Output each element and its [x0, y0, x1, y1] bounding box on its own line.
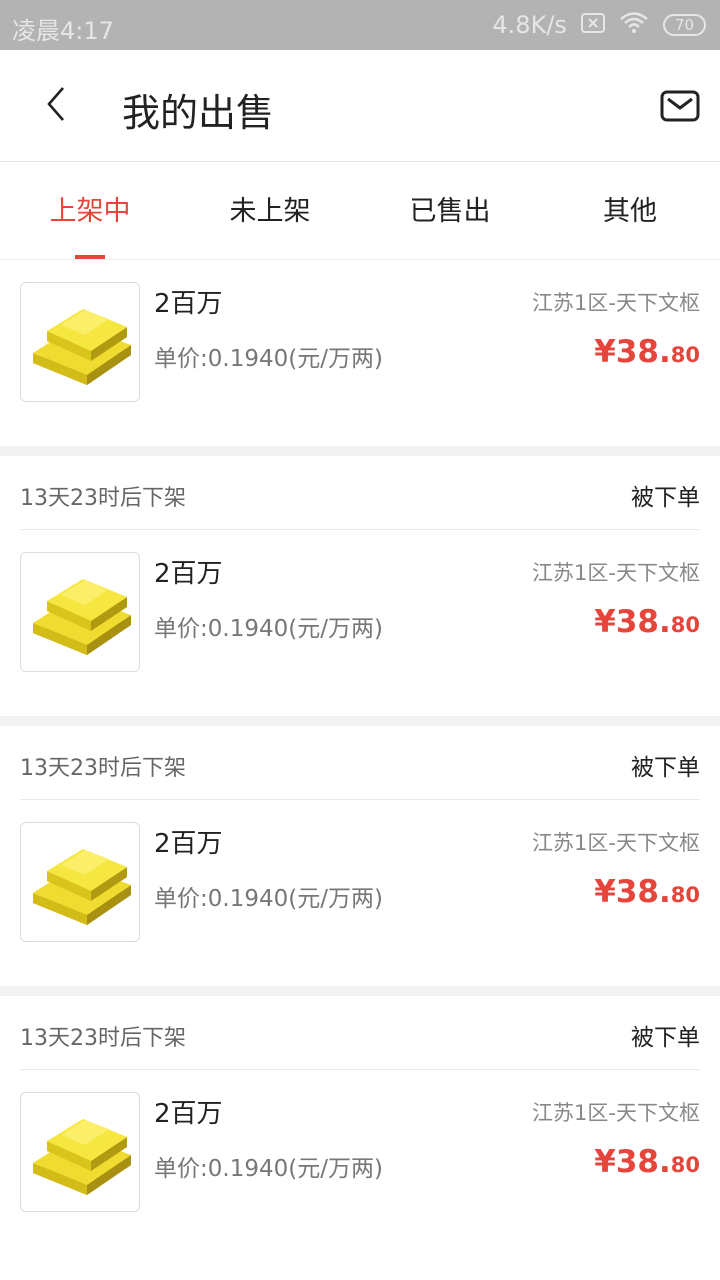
listing-card[interactable]: 2百万 单价:0.1940(元/万两) 江苏1区-天下文枢 ¥38.80 — [0, 260, 720, 446]
unit-price: 单价:0.1940(元/万两) — [154, 616, 383, 642]
server-name: 江苏1区-天下文枢 — [532, 1101, 700, 1125]
divider — [0, 446, 720, 456]
chevron-left-icon — [46, 86, 66, 126]
item-name: 2百万 — [154, 1099, 223, 1129]
sim-icon — [580, 11, 605, 39]
listing-card[interactable]: 13天23时后下架 被下单 2百万 单价:0.1940(元/万两) 江苏1区-天… — [0, 726, 720, 986]
gold-bars-icon — [20, 1092, 140, 1212]
price-main: ¥38. — [594, 1144, 671, 1180]
price-decimal: 80 — [670, 1153, 700, 1177]
unit-price: 单价:0.1940(元/万两) — [154, 346, 383, 372]
tab-on-sale[interactable]: 上架中 — [0, 163, 180, 259]
price: ¥38.80 — [594, 1144, 700, 1180]
price-main: ¥38. — [594, 334, 671, 370]
price-decimal: 80 — [670, 883, 700, 907]
item-name: 2百万 — [154, 559, 223, 589]
gold-bars-icon — [20, 552, 140, 672]
listing-body: 2百万 单价:0.1940(元/万两) 江苏1区-天下文枢 ¥38.80 — [0, 260, 720, 446]
price-main: ¥38. — [594, 874, 671, 910]
gold-bars-icon — [20, 822, 140, 942]
price-decimal: 80 — [670, 613, 700, 637]
tab-sold[interactable]: 已售出 — [360, 163, 540, 259]
price: ¥38.80 — [594, 874, 700, 910]
listing-card[interactable]: 13天23时后下架 被下单 2百万 单价:0.1940(元/万两) 江苏1区-天… — [0, 456, 720, 716]
divider — [0, 986, 720, 996]
unit-price: 单价:0.1940(元/万两) — [154, 886, 383, 912]
app-header: 我的出售 — [0, 50, 720, 162]
back-button[interactable] — [34, 80, 78, 132]
item-name: 2百万 — [154, 289, 223, 319]
status-bar: 凌晨4:17 4.8K/s 70 — [0, 0, 720, 50]
price: ¥38.80 — [594, 604, 700, 640]
expiry-text: 13天23时后下架 — [20, 1026, 186, 1051]
listing-list: 2百万 单价:0.1940(元/万两) 江苏1区-天下文枢 ¥38.80 13天… — [0, 260, 720, 1256]
listing-body: 2百万 单价:0.1940(元/万两) 江苏1区-天下文枢 ¥38.80 — [0, 800, 720, 986]
divider — [0, 716, 720, 726]
listing-header: 13天23时后下架 被下单 — [20, 726, 700, 800]
mail-icon — [660, 90, 700, 130]
server-name: 江苏1区-天下文枢 — [532, 561, 700, 585]
status-text: 被下单 — [631, 485, 700, 511]
network-speed: 4.8K/s — [492, 11, 567, 39]
expiry-text: 13天23时后下架 — [20, 756, 186, 781]
listing-header: 13天23时后下架 被下单 — [20, 456, 700, 530]
listing-body: 2百万 单价:0.1940(元/万两) 江苏1区-天下文枢 ¥38.80 — [0, 530, 720, 716]
listing-body: 2百万 单价:0.1940(元/万两) 江苏1区-天下文枢 ¥38.80 — [0, 1070, 720, 1256]
tab-bar: 上架中 未上架 已售出 其他 — [0, 163, 720, 260]
price: ¥38.80 — [594, 334, 700, 370]
price-main: ¥38. — [594, 604, 671, 640]
gold-bars-icon — [20, 282, 140, 402]
item-name: 2百万 — [154, 829, 223, 859]
server-name: 江苏1区-天下文枢 — [532, 831, 700, 855]
listing-header: 13天23时后下架 被下单 — [20, 996, 700, 1070]
page-title: 我的出售 — [122, 91, 275, 135]
expiry-text: 13天23时后下架 — [20, 486, 186, 511]
tab-other[interactable]: 其他 — [540, 163, 720, 259]
wifi-icon — [619, 11, 649, 39]
unit-price: 单价:0.1940(元/万两) — [154, 1156, 383, 1182]
price-decimal: 80 — [670, 343, 700, 367]
status-text: 被下单 — [631, 1025, 700, 1051]
tab-not-listed[interactable]: 未上架 — [180, 163, 360, 259]
server-name: 江苏1区-天下文枢 — [532, 291, 700, 315]
status-time: 凌晨4:17 — [12, 17, 114, 45]
mail-button[interactable] — [660, 86, 700, 126]
status-text: 被下单 — [631, 755, 700, 781]
battery-icon: 70 — [662, 14, 706, 36]
listing-card[interactable]: 13天23时后下架 被下单 2百万 单价:0.1940(元/万两) 江苏1区-天… — [0, 996, 720, 1256]
status-right: 4.8K/s 70 — [492, 11, 706, 39]
